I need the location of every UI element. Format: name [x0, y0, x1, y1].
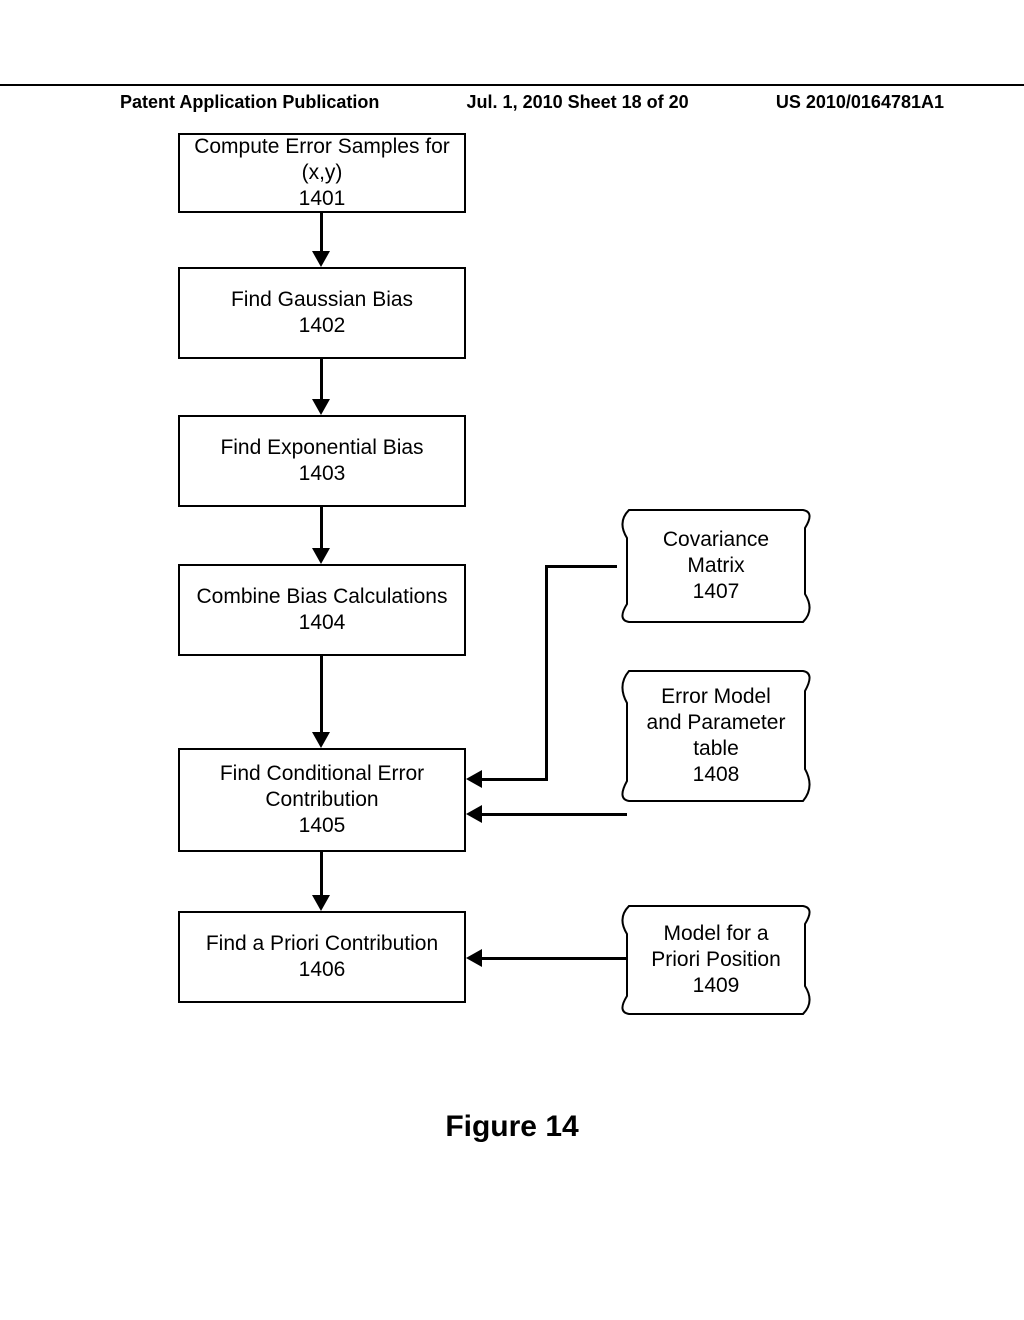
arrow-line — [482, 778, 548, 781]
figure-caption: Figure 14 — [0, 1110, 1024, 1144]
doc-text: Error Model — [635, 684, 797, 710]
box-number: 1406 — [190, 957, 454, 983]
arrow-line — [320, 359, 323, 401]
arrow-line — [545, 565, 548, 780]
box-number: 1402 — [190, 313, 454, 339]
box-number: 1405 — [190, 813, 454, 839]
arrow-line — [320, 507, 323, 550]
process-find-exponential-bias: Find Exponential Bias 1403 — [178, 415, 466, 507]
box-number: 1404 — [190, 610, 454, 636]
box-text: Combine Bias Calculations — [190, 584, 454, 610]
box-text: Find a Priori Contribution — [190, 931, 454, 957]
arrow-head-down-icon — [312, 548, 330, 564]
doc-text: Model for a — [635, 921, 797, 947]
arrow-line — [482, 957, 627, 960]
process-find-conditional-error-contribution: Find Conditional Error Contribution 1405 — [178, 748, 466, 852]
arrow-head-down-icon — [312, 895, 330, 911]
arrow-head-down-icon — [312, 399, 330, 415]
arrow-head-down-icon — [312, 732, 330, 748]
arrow-head-left-icon — [466, 805, 482, 823]
doc-error-model-parameter-table: Error Model and Parameter table 1408 — [617, 669, 815, 803]
arrow-line — [320, 213, 323, 253]
box-text: Find Exponential Bias — [190, 435, 454, 461]
box-text: Find Conditional Error — [190, 761, 454, 787]
box-number: 1401 — [190, 186, 454, 212]
arrow-line — [320, 656, 323, 734]
box-text: Find Gaussian Bias — [190, 287, 454, 313]
doc-text: table — [635, 736, 797, 762]
doc-number: 1408 — [635, 762, 797, 788]
arrow-line — [545, 565, 617, 568]
doc-text: Covariance — [635, 527, 797, 553]
process-combine-bias-calculations: Combine Bias Calculations 1404 — [178, 564, 466, 656]
process-find-a-priori-contribution: Find a Priori Contribution 1406 — [178, 911, 466, 1003]
process-compute-error-samples: Compute Error Samples for (x,y) 1401 — [178, 133, 466, 213]
doc-model-a-priori-position: Model for a Priori Position 1409 — [617, 904, 815, 1016]
doc-text: Matrix — [635, 553, 797, 579]
arrow-head-left-icon — [466, 770, 482, 788]
doc-text: and Parameter — [635, 710, 797, 736]
doc-covariance-matrix: Covariance Matrix 1407 — [617, 508, 815, 624]
arrow-line — [320, 852, 323, 897]
doc-number: 1409 — [635, 973, 797, 999]
box-text: Compute Error Samples for — [190, 134, 454, 160]
doc-number: 1407 — [635, 579, 797, 605]
arrow-line — [482, 813, 627, 816]
box-number: 1403 — [190, 461, 454, 487]
process-find-gaussian-bias: Find Gaussian Bias 1402 — [178, 267, 466, 359]
arrow-head-left-icon — [466, 949, 482, 967]
box-text: (x,y) — [190, 160, 454, 186]
doc-text: Priori Position — [635, 947, 797, 973]
box-text: Contribution — [190, 787, 454, 813]
arrow-head-down-icon — [312, 251, 330, 267]
